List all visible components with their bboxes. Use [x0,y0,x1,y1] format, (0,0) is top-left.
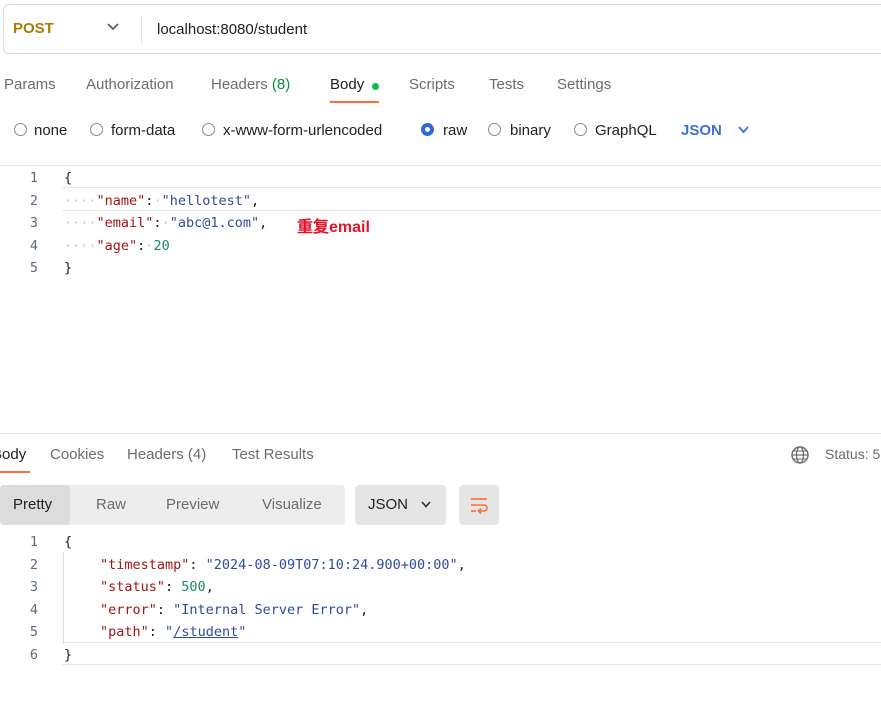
json-value: "Internal Server Error" [173,602,361,618]
response-code-line: "status": 500, [100,579,214,595]
json-key: "age" [96,238,138,254]
path-link[interactable]: /student [173,624,238,640]
request-code-line[interactable]: ····"age":·20 [64,238,170,254]
request-code-line[interactable]: } [64,260,72,276]
editor-top-border [0,165,881,166]
json-value: 500 [181,579,206,595]
request-code-line[interactable]: ····"email":·"abc@1.com", [64,215,267,231]
line-number: 3 [29,215,38,231]
response-active-tab-indicator [0,471,30,473]
response-divider [0,433,881,434]
request-code-line[interactable]: ····"name":·"hellotest", [64,193,259,209]
tab-body[interactable]: Body [330,76,364,93]
line-number: 5 [29,260,38,276]
line-number: 4 [29,238,38,254]
line-number: 3 [29,579,38,595]
json-value: "hellotest" [161,193,251,209]
json-key: "timestamp" [100,557,190,573]
url-bar [3,4,881,54]
current-line-bottom [62,664,881,665]
radio-none-label[interactable]: none [34,122,67,139]
chevron-down-icon[interactable] [737,125,750,135]
line-number: 4 [29,602,38,618]
view-mode-preview[interactable]: Preview [166,496,219,513]
response-status: Status: 5 [825,446,881,462]
response-tab-body[interactable]: Body [0,446,26,463]
line-number: 1 [29,170,38,186]
json-key: "error" [100,602,157,618]
json-key: "path" [100,624,149,640]
tab-headers-label: Headers [211,76,268,93]
line-number: 5 [29,624,38,640]
radio-graphql[interactable] [574,123,587,136]
radio-urlencoded-label[interactable]: x-www-form-urlencoded [223,122,382,139]
response-tab-test-results[interactable]: Test Results [232,446,314,463]
view-mode-visualize[interactable]: Visualize [262,496,322,513]
current-line-top [62,187,881,188]
tab-scripts[interactable]: Scripts [409,76,455,93]
response-tab-headers-count: (4) [187,446,207,463]
body-format-select[interactable]: JSON [681,122,722,139]
body-modified-dot [372,83,379,90]
radio-urlencoded[interactable] [202,123,215,136]
chevron-down-icon[interactable] [106,22,120,32]
wrap-lines-icon[interactable] [468,494,490,516]
response-code-line: "timestamp": "2024-08-09T07:10:24.900+00… [100,557,466,573]
tab-authorization[interactable]: Authorization [86,76,174,93]
response-format-label[interactable]: JSON [368,496,408,513]
tab-headers[interactable]: Headers (8) [211,76,290,93]
response-tab-headers-label: Headers [127,446,184,463]
json-value: "2024-08-09T07:10:24.900+00:00" [205,557,458,573]
view-mode-raw[interactable]: Raw [96,496,126,513]
line-number: 1 [29,534,38,550]
radio-binary[interactable] [488,123,501,136]
response-code-line: } [64,647,73,663]
radio-raw-label[interactable]: raw [443,122,467,139]
url-divider [141,16,142,43]
json-key: "name" [96,193,146,209]
tab-headers-count: (8) [271,76,291,93]
line-number: 6 [29,647,38,663]
chevron-down-icon[interactable] [420,500,432,509]
json-value: 20 [153,238,170,254]
line-number: 2 [29,193,38,209]
view-mode-pretty[interactable]: Pretty [13,496,52,513]
current-line-top [62,642,881,643]
radio-form-data[interactable] [90,123,103,136]
radio-binary-label[interactable]: binary [510,122,551,139]
method-select[interactable]: POST [13,20,54,37]
radio-form-data-label[interactable]: form-data [111,122,175,139]
json-key: "status" [100,579,166,595]
current-line-bottom [62,210,881,211]
json-value: "abc@1.com" [169,215,260,231]
radio-graphql-label[interactable]: GraphQL [595,122,657,139]
response-tab-cookies[interactable]: Cookies [50,446,104,463]
tab-params[interactable]: Params [4,76,56,93]
globe-icon[interactable] [790,445,810,465]
request-code-line[interactable]: { [64,170,72,186]
url-input[interactable]: localhost:8080/student [157,21,307,38]
indent-guide [63,552,64,644]
response-code-line: { [64,534,73,550]
tab-settings[interactable]: Settings [557,76,611,93]
response-code-line: "error": "Internal Server Error", [100,602,369,618]
radio-none[interactable] [14,123,27,136]
active-tab-indicator [330,101,379,103]
response-code-line: "path": "/student" [100,624,247,640]
response-tab-headers[interactable]: Headers (4) [127,446,206,463]
tab-tests[interactable]: Tests [489,76,524,93]
annotation-label: 重复email [297,219,370,236]
radio-raw[interactable] [421,123,434,136]
line-number: 2 [29,557,38,573]
json-key: "email" [96,215,154,231]
